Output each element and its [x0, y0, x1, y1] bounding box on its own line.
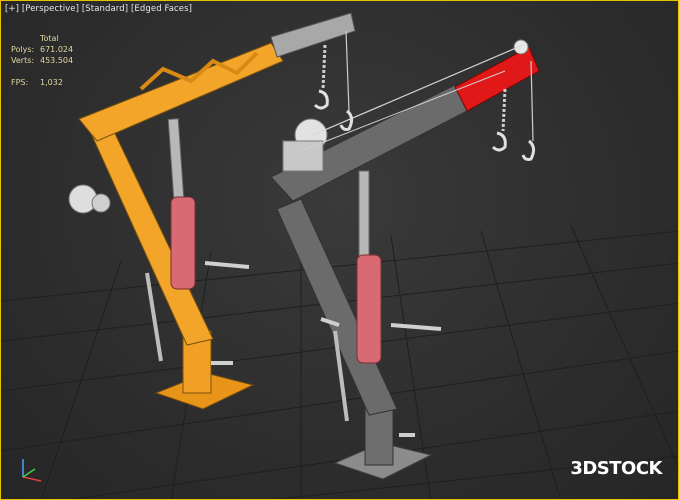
- scene-3d[interactable]: [1, 1, 679, 500]
- viewport-stats: Total Polys: 671.024 Verts: 453.504 FPS:…: [11, 33, 73, 88]
- view-mode-button[interactable]: [Perspective]: [22, 4, 79, 14]
- polys-label: Polys:: [11, 45, 35, 54]
- crane-left-hook: [313, 89, 329, 110]
- display-mode-button[interactable]: [Edged Faces]: [131, 4, 192, 14]
- perspective-viewport[interactable]: [+] [Perspective] [Standard] [Edged Face…: [0, 0, 679, 500]
- crane-left[interactable]: [68, 12, 356, 410]
- watermark-part2: STOCK: [596, 458, 663, 479]
- fps-label: FPS:: [11, 78, 29, 87]
- crane-right-hook: [491, 131, 507, 152]
- axis-gizmo-icon: [22, 459, 42, 482]
- viewport-menu-button[interactable]: [+]: [5, 4, 19, 14]
- verts-value: 453.504: [40, 56, 74, 65]
- crane-right-cylinder: [356, 254, 382, 364]
- watermark-part1: 3D: [570, 458, 597, 479]
- shading-mode-button[interactable]: [Standard]: [82, 4, 128, 14]
- fps-value: 1,032: [40, 78, 63, 87]
- polys-value: 671.024: [40, 45, 74, 54]
- crane-left-extension: [270, 12, 356, 58]
- verts-label: Verts:: [11, 56, 35, 65]
- crane-left-handle: [204, 261, 250, 269]
- crane-left-cylinder: [170, 196, 196, 290]
- viewport-label: [+] [Perspective] [Standard] [Edged Face…: [5, 4, 192, 14]
- crane-right-cylinder-rod: [358, 170, 370, 262]
- crane-right-handle: [390, 323, 442, 331]
- watermark-logo: 3DSTOCK: [570, 458, 662, 479]
- stats-header: Total: [40, 34, 59, 43]
- crane-left-cylinder-rod: [167, 118, 185, 200]
